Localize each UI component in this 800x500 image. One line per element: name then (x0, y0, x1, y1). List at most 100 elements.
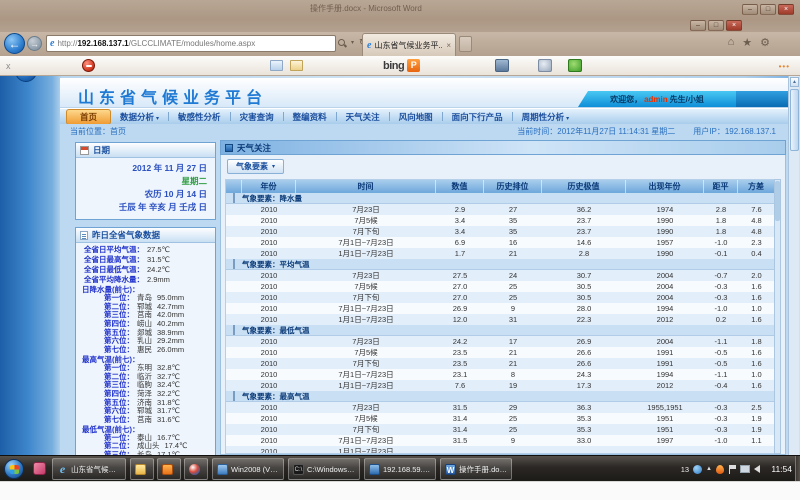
menu-item-敏感性分析[interactable]: 敏感性分析 (169, 111, 230, 123)
toolbar-close-icon[interactable]: x (6, 61, 11, 71)
panel-collapse-icon[interactable]: – (15, 76, 37, 82)
action-center-flag-icon[interactable] (728, 465, 736, 474)
table-row[interactable]: 20107月5候27.02530.52004-0.31.6 (226, 281, 775, 292)
table-row[interactable]: 20107月5候23.52126.61991-0.51.6 (226, 347, 775, 358)
table-cell: 4.8 (738, 215, 775, 226)
table-row[interactable]: 20107月5候31.42535.31951-0.31.9 (226, 413, 775, 424)
menu-item-风向地图[interactable]: 风向地图 (390, 111, 442, 123)
table-row[interactable]: 20107月下旬31.42535.31951-0.31.9 (226, 424, 775, 435)
addon-paw-icon[interactable] (538, 59, 552, 72)
welcome-text: 欢迎您， (610, 94, 642, 105)
table-cell: 26.6 (542, 358, 626, 369)
table-row[interactable]: 20107月下旬3.43523.719901.84.8 (226, 226, 775, 237)
minimize-icon[interactable]: – (690, 20, 706, 31)
table-row[interactable]: 20107月23日31.52936.31955,1951-0.32.5 (226, 402, 775, 413)
taskbar-window-button[interactable]: 192.168.59.99... (364, 458, 436, 480)
table-row[interactable]: 20101月1日~7月23日1.7212.81990-0.10.4 (226, 248, 775, 259)
expand-checkbox-icon[interactable] (233, 391, 235, 401)
table-row[interactable]: 20107月23日2.92736.219742.87.6 (226, 204, 775, 215)
scrollbar-thumb[interactable] (790, 89, 799, 151)
scroll-up-icon[interactable]: ▲ (790, 77, 799, 87)
table-cell: 27.5 (436, 270, 484, 281)
expand-checkbox-icon[interactable] (233, 259, 235, 269)
home-icon[interactable]: ⌂ (728, 36, 735, 49)
table-row[interactable]: 20107月5候3.43523.719901.84.8 (226, 215, 775, 226)
table-cell: 1994 (626, 303, 704, 314)
quick-launch-icon[interactable] (33, 462, 46, 475)
display-icon[interactable] (740, 465, 750, 473)
table-group-row[interactable]: 气象要素：降水量 (226, 193, 775, 204)
menu-item-周期性分析[interactable]: 周期性分析▾ (513, 111, 579, 123)
photo-card-icon[interactable] (270, 60, 283, 71)
taskbar-clock[interactable]: 11:54 (771, 456, 792, 482)
table-row[interactable]: 20107月1日~7月23日26.9928.01994-1.01.0 (226, 303, 775, 314)
menu-item-天气关注[interactable]: 天气关注 (337, 111, 389, 123)
close-icon[interactable]: × (778, 4, 794, 15)
browser-tab[interactable]: e 山东省气候业务平... × (362, 33, 456, 56)
table-row[interactable]: 20107月1日~7月23日23.1824.31994-1.11.0 (226, 369, 775, 380)
minimize-icon[interactable]: – (742, 4, 758, 15)
page-scrollbar[interactable]: ▲ (788, 76, 799, 455)
tab-close-icon[interactable]: × (446, 41, 451, 50)
taskbar-window-button[interactable]: W操作手册.docx ... (440, 458, 512, 480)
table-row[interactable]: 20101月1日~7月23日7.61917.32012-0.41.6 (226, 380, 775, 391)
table-row[interactable]: 20107月1日~7月23日31.5933.01997-1.01.1 (226, 435, 775, 446)
back-button[interactable]: ← (4, 33, 25, 54)
search-icon[interactable] (338, 39, 346, 47)
windows-start-button[interactable] (4, 459, 24, 479)
taskbar-ie-button[interactable]: e 山东省气候业务平... (52, 458, 126, 480)
maximize-icon[interactable]: □ (760, 4, 776, 15)
more-options-icon[interactable]: ••• (779, 62, 790, 71)
table-cell: 1.8 (704, 226, 738, 237)
table-cell: -0.3 (704, 413, 738, 424)
expand-checkbox-icon[interactable] (233, 325, 235, 335)
taskbar-window-button[interactable]: Win2008 (VS2... (212, 458, 284, 480)
table-scrollbar[interactable] (774, 179, 781, 454)
table-row[interactable]: 20107月1日~7月23日6.91614.61957-1.02.3 (226, 237, 775, 248)
bing-search-widget[interactable]: bing P (383, 59, 420, 72)
table-group-row[interactable]: 气象要素：最低气温 (226, 325, 775, 336)
new-tab-button[interactable] (459, 36, 472, 52)
row-checkbox-cell (226, 413, 242, 424)
maximize-icon[interactable]: □ (708, 20, 724, 31)
antivirus-flame-icon[interactable] (716, 465, 724, 474)
scrollbar-thumb[interactable] (775, 181, 780, 221)
menu-item-整编资料[interactable]: 整编资料 (284, 111, 336, 123)
settings-gear-icon[interactable]: ⚙ (760, 36, 770, 49)
favorites-star-icon[interactable]: ★ (742, 36, 752, 49)
menu-item-数据分析[interactable]: 数据分析▾ (111, 111, 168, 123)
network-globe-icon[interactable] (693, 465, 702, 474)
addon-globe-icon[interactable] (568, 59, 582, 72)
table-group-row[interactable]: 气象要素：平均气温 (226, 259, 775, 270)
table-row[interactable]: 20107月下旬23.52126.61991-0.51.6 (226, 358, 775, 369)
mail-card-icon[interactable] (290, 60, 303, 71)
taskbar-media-button[interactable] (157, 458, 181, 480)
taskbar-explorer-button[interactable] (130, 458, 154, 480)
addon-red-icon[interactable] (82, 59, 95, 72)
table-row[interactable]: 20107月下旬27.02530.52004-0.31.6 (226, 292, 775, 303)
table-row[interactable]: 20107月23日24.21726.92004-1.11.8 (226, 336, 775, 347)
table-row[interactable]: 20101月1日~7月23日12.03122.320120.21.6 (226, 314, 775, 325)
show-desktop-button[interactable] (795, 456, 800, 482)
table-cell: 30.5 (542, 281, 626, 292)
chevron-down-icon[interactable]: ▾ (351, 39, 354, 46)
ime-indicator[interactable]: 13 (681, 465, 689, 474)
table-row[interactable]: 20101月1日~7月23日 (226, 446, 775, 454)
menu-item-灾害查询[interactable]: 灾害查询 (231, 111, 283, 123)
forward-button[interactable]: → (27, 36, 42, 51)
menu-item-面向下行产品[interactable]: 面向下行产品 (443, 111, 512, 123)
table-group-row[interactable]: 气象要素：最高气温 (226, 391, 775, 402)
volume-icon[interactable] (754, 465, 760, 473)
expand-checkbox-icon[interactable] (233, 193, 235, 203)
row-checkbox-cell (226, 270, 242, 281)
element-selector-button[interactable]: 气象要素 ▾ (227, 159, 284, 174)
camera-icon[interactable] (495, 59, 509, 72)
table-row[interactable]: 20107月23日27.52430.72004-0.72.0 (226, 270, 775, 281)
close-icon[interactable]: × (726, 20, 742, 31)
menu-item-首页[interactable]: 首页 (66, 109, 111, 125)
address-bar[interactable]: e http://192.168.137.1/GLCCLIMATE/module… (46, 35, 336, 52)
table-cell: 25 (484, 281, 542, 292)
taskbar-window-button[interactable]: C:\C:\Windows\s... (288, 458, 360, 480)
hidden-icons-arrow-icon[interactable]: ▲ (706, 466, 712, 472)
taskbar-browser-button[interactable] (184, 458, 208, 480)
